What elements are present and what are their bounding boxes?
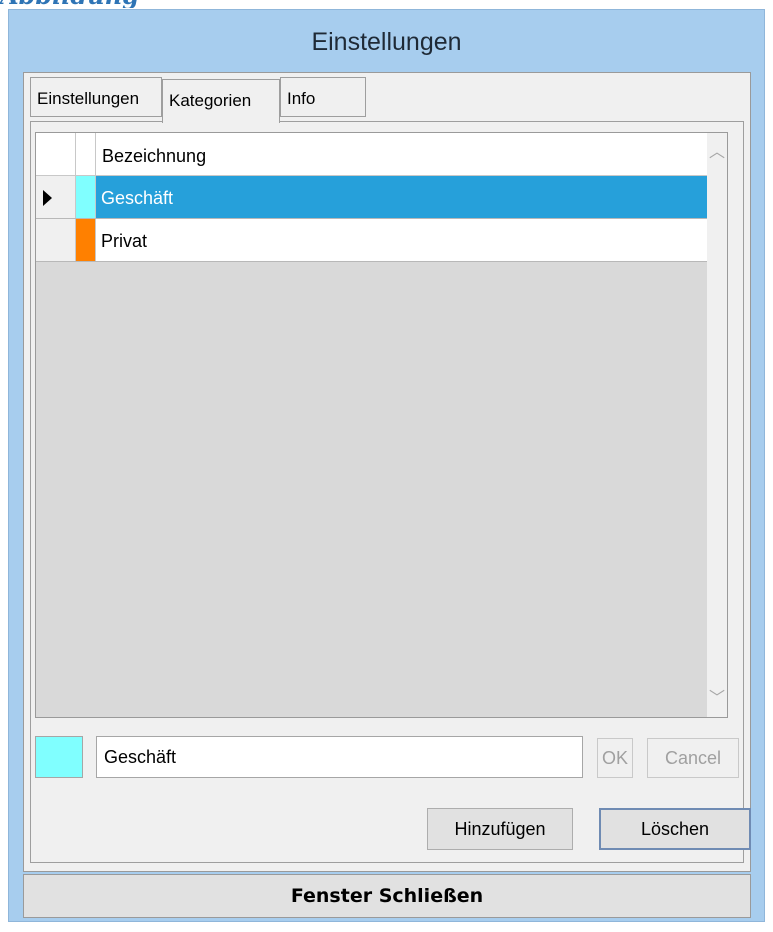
grid-header: Bezeichnung — [36, 133, 722, 176]
category-grid[interactable]: Bezeichnung Geschäft Privat ︿ ﹀ — [35, 132, 728, 718]
delete-category-button[interactable]: Löschen — [599, 808, 751, 850]
row-header-column — [36, 133, 76, 175]
row-header[interactable] — [36, 176, 76, 218]
tab-kategorien[interactable]: Kategorien — [162, 79, 280, 123]
category-color-cell[interactable] — [76, 219, 96, 261]
table-row[interactable]: Privat — [36, 219, 722, 262]
settings-window: Einstellungen Einstellungen Kategorien I… — [8, 9, 765, 922]
tab-einstellungen[interactable]: Einstellungen — [30, 77, 162, 117]
window-client-area: Einstellungen Kategorien Info Bezeichnun… — [23, 72, 751, 872]
category-color-cell[interactable] — [76, 176, 96, 218]
chevron-down-icon[interactable]: ﹀ — [707, 683, 727, 713]
category-editor: OK Cancel — [31, 728, 745, 778]
category-name-input[interactable] — [96, 736, 583, 778]
tab-info[interactable]: Info — [280, 77, 366, 117]
ok-button[interactable]: OK — [597, 738, 633, 778]
column-header-bezeichnung[interactable]: Bezeichnung — [96, 133, 722, 175]
kategorien-panel: Bezeichnung Geschäft Privat ︿ ﹀ Geschäft… — [30, 121, 751, 863]
color-column-header — [76, 133, 96, 175]
close-window-button[interactable]: Fenster Schließen — [23, 874, 751, 918]
current-row-pointer-icon — [43, 190, 52, 206]
chevron-up-icon[interactable]: ︿ — [707, 137, 727, 167]
window-title: Einstellungen — [311, 27, 462, 56]
table-row[interactable]: Geschäft — [36, 176, 722, 219]
row-header[interactable] — [36, 219, 76, 261]
category-name-cell[interactable]: Geschäft — [96, 176, 722, 218]
category-name-cell[interactable]: Privat — [96, 219, 722, 261]
document-caption-fragment: Abbildung — [0, 0, 140, 8]
color-swatch-button[interactable] — [35, 736, 83, 778]
cancel-button[interactable]: Cancel — [647, 738, 739, 778]
vertical-scrollbar[interactable]: ︿ ﹀ — [707, 133, 727, 717]
add-category-button[interactable]: Hinzufügen — [427, 808, 573, 850]
